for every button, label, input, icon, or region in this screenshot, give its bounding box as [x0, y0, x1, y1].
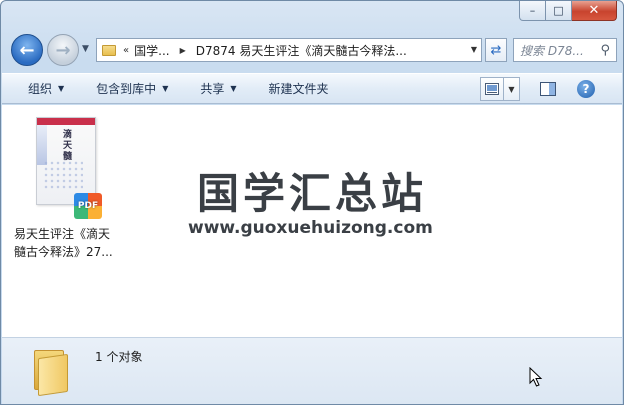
include-in-library-label: 包含到库中 — [96, 82, 157, 96]
thumbnail-header-band — [37, 118, 95, 125]
search-placeholder: 搜索 D78... — [520, 43, 584, 58]
forward-arrow-icon: → — [55, 39, 71, 61]
back-button[interactable]: ← — [11, 34, 43, 66]
view-options-dropdown[interactable]: ▼ — [504, 77, 520, 101]
refresh-button[interactable]: ⇄ — [485, 38, 507, 62]
navigation-bar: ← → ▼ « 国学... ▶ D7874 易天生评注《滴天髓古今释法... ▼… — [9, 34, 617, 68]
pdf-icon: PDF — [74, 193, 102, 219]
organize-menu[interactable]: 组织 ▼ — [22, 76, 70, 102]
organize-label: 组织 — [28, 82, 53, 96]
chevron-down-icon: ▼ — [230, 84, 237, 93]
preview-pane-button[interactable] — [536, 77, 560, 101]
forward-button[interactable]: → — [47, 34, 79, 66]
view-controls: ▼ ? — [480, 77, 598, 101]
chevron-down-icon: ▼ — [58, 84, 65, 93]
file-list-pane[interactable]: 滴天髓 PDF 易天生评注《滴天 髓古今释法》27... 国学汇总站 www.g… — [2, 105, 622, 337]
help-icon: ? — [577, 80, 595, 98]
folder-icon — [102, 44, 116, 56]
pdf-badge-label: PDF — [77, 201, 99, 211]
command-bar: 组织 ▼ 包含到库中 ▼ 共享 ▼ 新建文件夹 ▼ ? — [2, 73, 622, 104]
chevron-down-icon: ▼ — [82, 44, 89, 54]
include-in-library-menu[interactable]: 包含到库中 ▼ — [90, 76, 174, 102]
maximize-button[interactable]: □ — [546, 1, 572, 21]
refresh-icon: ⇄ — [490, 42, 502, 58]
watermark-title: 国学汇总站 — [197, 169, 428, 218]
minimize-button[interactable]: – — [519, 1, 546, 21]
file-name[interactable]: 易天生评注《滴天 髓古今释法》27... — [14, 225, 132, 261]
search-icon[interactable]: ⚲ — [600, 43, 610, 58]
new-folder-button[interactable]: 新建文件夹 — [263, 76, 335, 102]
breadcrumb-item-current-folder[interactable]: D7874 易天生评注《滴天髓古今释法... — [196, 42, 407, 59]
caption-buttons: – □ ✕ — [519, 1, 617, 21]
file-name-line-1: 易天生评注《滴天 — [14, 227, 111, 241]
search-input[interactable]: 搜索 D78... ⚲ — [513, 38, 617, 62]
thumbnail-pattern — [43, 160, 83, 190]
pdf-thumbnail: 滴天髓 — [36, 117, 96, 205]
new-folder-label: 新建文件夹 — [268, 82, 329, 96]
breadcrumb-item-guoxue[interactable]: 国学... — [134, 42, 169, 59]
file-name-line-2: 髓古今释法》27... — [14, 245, 113, 259]
back-arrow-icon: ← — [19, 39, 35, 61]
breadcrumb-overflow[interactable]: « — [123, 45, 129, 56]
folder-icon — [34, 348, 68, 397]
recent-pages-dropdown[interactable]: ▼ — [82, 44, 89, 54]
address-bar[interactable]: « 国学... ▶ D7874 易天生评注《滴天髓古今释法... ▼ — [96, 38, 482, 62]
change-view-button[interactable] — [480, 77, 504, 101]
share-menu[interactable]: 共享 ▼ — [194, 76, 242, 102]
address-history-dropdown[interactable]: ▼ — [471, 45, 477, 54]
help-button[interactable]: ? — [574, 77, 598, 101]
thumbnail-side-band — [37, 125, 47, 165]
item-count: 1 个对象 — [95, 350, 143, 364]
explorer-window: – □ ✕ ← → ▼ « 国学... ▶ D7874 易天生评注《滴天髓古今释… — [0, 0, 624, 405]
close-button[interactable]: ✕ — [572, 1, 617, 21]
chevron-down-icon: ▼ — [162, 84, 169, 93]
thumbnail-title: 滴天髓 — [63, 130, 73, 162]
share-label: 共享 — [200, 82, 225, 96]
watermark-url: www.guoxuehuizong.com — [188, 218, 433, 238]
view-icon — [485, 83, 499, 95]
mouse-cursor-icon — [529, 367, 543, 387]
breadcrumb-chevron-icon[interactable]: ▶ — [180, 46, 186, 55]
preview-pane-icon — [540, 82, 556, 96]
